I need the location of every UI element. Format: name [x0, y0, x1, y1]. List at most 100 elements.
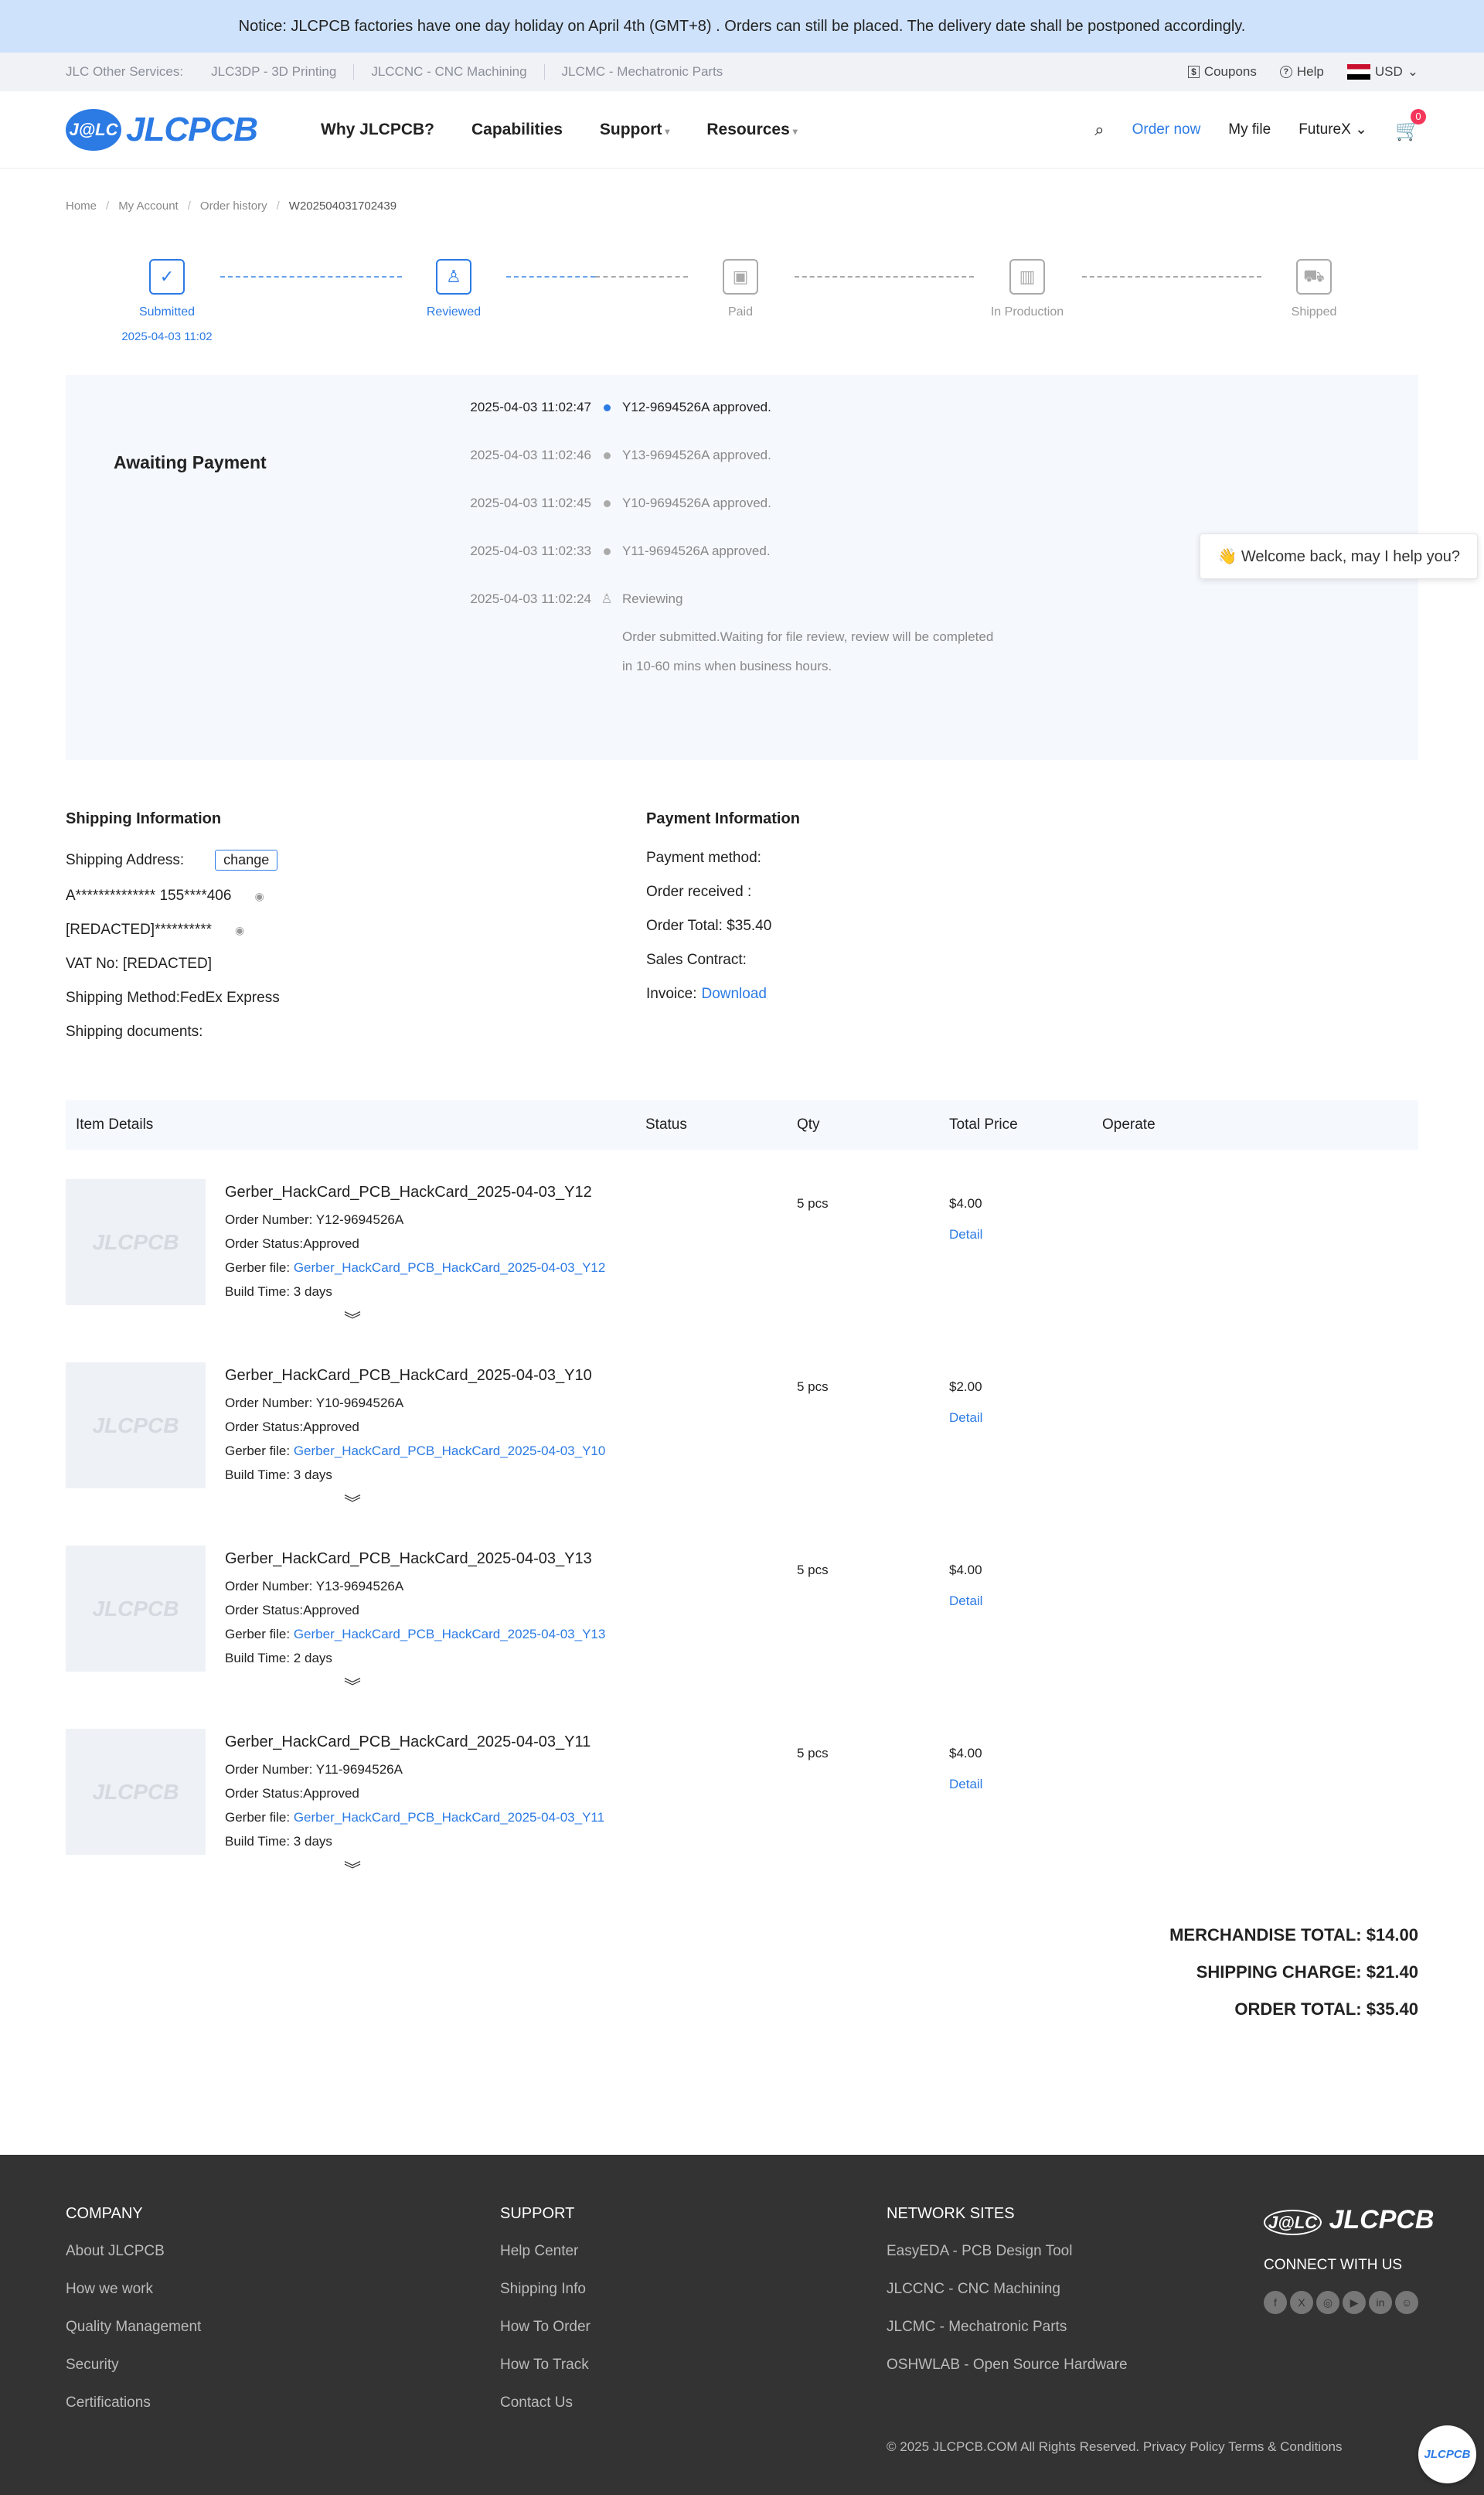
help-link[interactable]: ? Help: [1279, 64, 1324, 80]
footer-link[interactable]: JLCCNC - CNC Machining: [887, 2281, 1128, 2298]
change-address-button[interactable]: change: [215, 850, 278, 871]
item-status: Order Status:Approved: [225, 1603, 359, 1617]
search-icon[interactable]: ⌕: [1094, 120, 1104, 140]
footer-link[interactable]: OSHWLAB - Open Source Hardware: [887, 2357, 1128, 2374]
expand-chevron-icon[interactable]: ︾: [344, 1856, 361, 1881]
reddit-icon[interactable]: ☺: [1395, 2291, 1418, 2314]
step-label: Reviewed: [426, 305, 482, 319]
shipping-address-label: Shipping Address:: [66, 851, 185, 868]
x-icon[interactable]: X: [1290, 2291, 1313, 2314]
item-detail-link[interactable]: Detail: [949, 1777, 982, 1792]
shipping-documents: Shipping documents:: [66, 1024, 203, 1040]
item-detail-link[interactable]: Detail: [949, 1227, 982, 1242]
pcb-thumbnail[interactable]: JLCPCB: [66, 1546, 206, 1672]
order-now-link[interactable]: Order now: [1132, 121, 1201, 138]
footer-link[interactable]: Quality Management: [66, 2319, 201, 2336]
social-links: f X ◎ ▶ in ☺: [1264, 2291, 1435, 2314]
service-cnc-link[interactable]: JLCCNC - CNC Machining: [371, 64, 545, 80]
invoice-label: Invoice:: [646, 986, 697, 1002]
breadcrumb-current: W202504031702439: [288, 199, 397, 213]
item-status: Order Status:Approved: [225, 1420, 359, 1434]
item-build-time: Build Time: 3 days: [225, 1467, 332, 1482]
nav-resources[interactable]: Resources ▾: [706, 121, 797, 139]
youtube-icon[interactable]: ▶: [1343, 2291, 1366, 2314]
nav-support[interactable]: Support ▾: [600, 121, 670, 139]
service-mc-link[interactable]: JLCMC - Mechatronic Parts: [562, 64, 740, 80]
main-nav: Why JLCPCB? Capabilities Support ▾ Resour…: [321, 121, 798, 139]
footer-link[interactable]: JLCMC - Mechatronic Parts: [887, 2319, 1128, 2336]
gerber-file-link[interactable]: Gerber_HackCard_PCB_HackCard_2025-04-03_…: [294, 1810, 604, 1825]
logo-wordmark: JLCPCB: [126, 110, 258, 148]
breadcrumb-sep: /: [106, 199, 110, 213]
eye-icon[interactable]: ◉: [254, 890, 264, 903]
expand-chevron-icon[interactable]: ︾: [344, 1490, 361, 1515]
item-qty: 5 pcs: [797, 1379, 829, 1394]
chevron-down-icon: ⌄: [1407, 64, 1418, 79]
pcb-thumbnail[interactable]: JLCPCB: [66, 1729, 206, 1855]
flag-icon: [1346, 64, 1370, 80]
footer-link[interactable]: How To Track: [500, 2357, 591, 2374]
footer-link[interactable]: Security: [66, 2357, 201, 2374]
invoice-download-link[interactable]: Download: [701, 986, 767, 1003]
log-entry: 2025-04-03 11:02:33 Y11-9694526A approved…: [470, 544, 771, 558]
facebook-icon[interactable]: f: [1264, 2291, 1287, 2314]
breadcrumb-home[interactable]: Home: [66, 199, 97, 213]
item-build-time: Build Time: 3 days: [225, 1834, 332, 1849]
footer-link[interactable]: Contact Us: [500, 2394, 591, 2411]
expand-chevron-icon[interactable]: ︾: [344, 1307, 361, 1331]
expand-chevron-icon[interactable]: ︾: [344, 1673, 361, 1698]
cart-button[interactable]: 🛒 0: [1395, 108, 1426, 141]
item-detail-link[interactable]: Detail: [949, 1593, 982, 1609]
item-order-number: Order Number: Y11-9694526A: [225, 1762, 403, 1777]
footer-link[interactable]: Shipping Info: [500, 2281, 591, 2298]
recipient-line: A************** 155****406: [66, 888, 232, 904]
item-status: Order Status:Approved: [225, 1236, 359, 1251]
notice-text: Notice: JLCPCB factories have one day ho…: [238, 17, 1246, 35]
footer-link[interactable]: About JLCPCB: [66, 2243, 201, 2260]
order-total-summary: ORDER TOTAL: $35.40: [1234, 1999, 1418, 2019]
service-3dp-link[interactable]: JLC3DP - 3D Printing: [211, 64, 355, 80]
log-entry: 2025-04-03 11:02:24 ♙ Reviewing: [470, 591, 683, 606]
coupon-icon: $: [1188, 66, 1200, 78]
currency-select[interactable]: USD ⌄: [1346, 64, 1418, 80]
pcb-thumbnail[interactable]: JLCPCB: [66, 1179, 206, 1305]
user-menu[interactable]: FutureX ⌄: [1298, 121, 1367, 138]
sales-contract: Sales Contract:: [646, 952, 747, 968]
payment-method: Payment method:: [646, 850, 761, 866]
nav-capabilities[interactable]: Capabilities: [471, 121, 563, 139]
item-detail-link[interactable]: Detail: [949, 1410, 982, 1426]
order-totals: MERCHANDISE TOTAL: $14.00 SHIPPING CHARG…: [0, 1925, 1484, 2020]
eye-icon[interactable]: ◉: [235, 924, 244, 937]
step-label: Paid: [727, 305, 754, 319]
my-file-link[interactable]: My file: [1228, 121, 1271, 138]
site-logo[interactable]: J@LC JLCPCB: [66, 108, 259, 151]
step-label: Shipped: [1291, 305, 1337, 319]
item-qty: 5 pcs: [797, 1196, 829, 1211]
gerber-file-link[interactable]: Gerber_HackCard_PCB_HackCard_2025-04-03_…: [294, 1260, 606, 1275]
pcb-thumbnail[interactable]: JLCPCB: [66, 1362, 206, 1488]
footer-link[interactable]: EasyEDA - PCB Design Tool: [887, 2243, 1128, 2260]
log-entry: 2025-04-03 11:02:45 Y10-9694526A approved…: [470, 496, 771, 510]
nav-why[interactable]: Why JLCPCB?: [321, 121, 434, 139]
item-name: Gerber_HackCard_PCB_HackCard_2025-04-03_…: [225, 1184, 592, 1201]
breadcrumb-account[interactable]: My Account: [118, 199, 179, 213]
instagram-icon[interactable]: ◎: [1316, 2291, 1339, 2314]
chat-bubble[interactable]: 👋 Welcome back, may I help you?: [1200, 533, 1478, 579]
help-icon: ?: [1279, 66, 1292, 78]
breadcrumb-order-history[interactable]: Order history: [200, 199, 267, 213]
footer-link[interactable]: How we work: [66, 2281, 201, 2298]
footer-link[interactable]: How To Order: [500, 2319, 591, 2336]
merchandise-total: MERCHANDISE TOTAL: $14.00: [1169, 1925, 1418, 1945]
footer-link[interactable]: Help Center: [500, 2243, 591, 2260]
payment-info: Payment Information Payment method: Orde…: [646, 810, 1227, 1058]
coupons-link[interactable]: $ Coupons: [1188, 64, 1257, 80]
gerber-file-link[interactable]: Gerber_HackCard_PCB_HackCard_2025-04-03_…: [294, 1443, 606, 1458]
services-label: JLC Other Services:: [66, 64, 184, 79]
footer-link[interactable]: Certifications: [66, 2394, 201, 2411]
chat-launcher-button[interactable]: JLCPCB: [1418, 2425, 1476, 2483]
gerber-file-link[interactable]: Gerber_HackCard_PCB_HackCard_2025-04-03_…: [294, 1627, 606, 1641]
col-item-details: Item Details: [76, 1116, 154, 1133]
items-table-header: Item Details Status Qty Total Price Oper…: [66, 1100, 1418, 1150]
linkedin-icon[interactable]: in: [1369, 2291, 1392, 2314]
footer-logo: J@LC JLCPCB CONNECT WITH US f X ◎ ▶ in ☺: [1264, 2205, 1435, 2314]
